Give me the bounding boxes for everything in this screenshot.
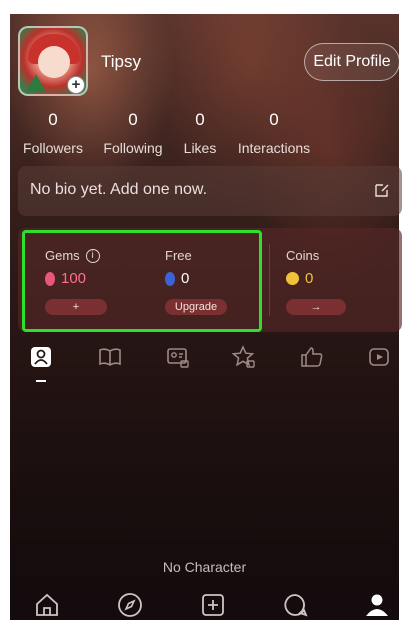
coins-section: Coins 0 xyxy=(286,248,319,287)
coins-value: 0 xyxy=(305,270,314,287)
bio-placeholder: No bio yet. Add one now. xyxy=(30,181,208,198)
edit-profile-button[interactable]: Edit Profile xyxy=(304,43,400,81)
coin-icon xyxy=(286,272,299,285)
empty-state-message: No Character xyxy=(162,559,247,575)
video-play-icon[interactable] xyxy=(368,345,392,369)
tab-bar xyxy=(18,345,402,381)
stat-interactions[interactable]: 0 Interactions xyxy=(236,110,312,156)
stat-following[interactable]: 0 Following xyxy=(102,110,164,156)
home-icon[interactable] xyxy=(34,592,60,618)
coins-arrow-button[interactable]: → xyxy=(286,299,346,315)
wallet-divider xyxy=(269,244,270,316)
stat-likes[interactable]: 0 Likes xyxy=(182,110,218,156)
star-lock-icon[interactable] xyxy=(232,345,256,369)
highlight-box xyxy=(22,230,262,332)
chat-icon[interactable] xyxy=(282,592,308,618)
top-margin xyxy=(0,0,409,14)
avatar-add-icon[interactable]: + xyxy=(67,76,85,94)
coins-title: Coins xyxy=(286,248,320,263)
active-tab-indicator xyxy=(36,380,46,382)
add-icon[interactable] xyxy=(200,592,226,618)
profile-icon[interactable] xyxy=(364,592,390,618)
bio-field[interactable]: No bio yet. Add one now. xyxy=(18,166,402,216)
stat-value: 0 xyxy=(48,110,58,129)
book-icon[interactable] xyxy=(98,345,122,369)
stat-value: 0 xyxy=(128,110,138,129)
stat-label: Interactions xyxy=(237,140,311,156)
stat-value: 0 xyxy=(269,110,279,129)
thumb-up-icon[interactable] xyxy=(300,345,324,369)
left-margin xyxy=(0,14,10,620)
stat-label: Following xyxy=(103,140,163,156)
avatar-tree xyxy=(26,74,46,92)
id-card-lock-icon[interactable] xyxy=(166,345,190,369)
stat-label: Followers xyxy=(23,140,83,156)
username: Tipsy xyxy=(101,52,141,71)
user-icon[interactable] xyxy=(29,345,53,369)
edit-icon[interactable] xyxy=(374,182,390,198)
stat-followers[interactable]: 0 Followers xyxy=(22,110,84,156)
stat-label: Likes xyxy=(183,140,217,156)
stat-value: 0 xyxy=(195,110,205,129)
compass-icon[interactable] xyxy=(117,592,143,618)
